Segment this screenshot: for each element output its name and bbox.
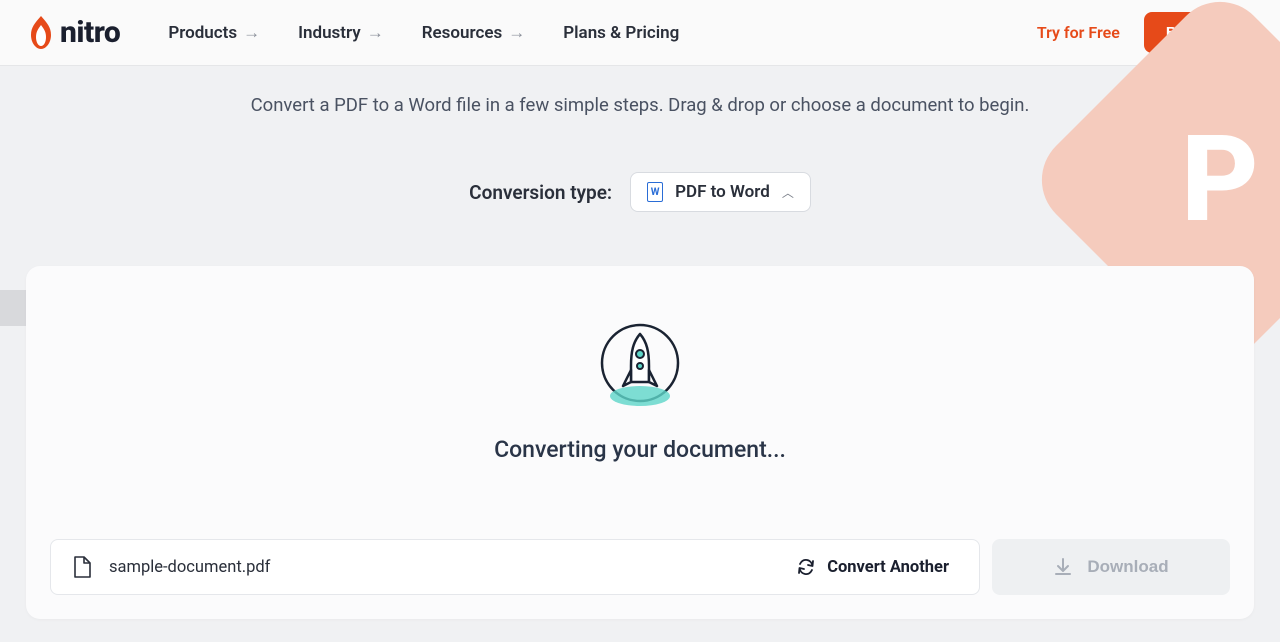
nav-label: Plans & Pricing — [563, 23, 679, 43]
chevron-up-icon: ︿ — [782, 184, 794, 201]
arrow-right-icon: → — [367, 23, 384, 43]
brand-name: nitro — [60, 15, 120, 50]
conversion-type-label: Conversion type: — [469, 181, 612, 204]
nav-label: Resources — [422, 23, 503, 43]
nav-products[interactable]: Products → — [168, 23, 260, 43]
word-doc-icon: W — [647, 182, 663, 202]
action-row: sample-document.pdf Convert Another Down… — [50, 539, 1230, 595]
file-info: sample-document.pdf Convert Another — [50, 539, 980, 595]
nav-label: Products — [168, 23, 237, 43]
main-header: nitro Products → Industry → Resources → … — [0, 0, 1280, 66]
conversion-type-select[interactable]: W PDF to Word ︿ — [630, 172, 811, 212]
rocket-icon — [597, 320, 683, 406]
conversion-type-row: Conversion type: W PDF to Word ︿ — [26, 172, 1254, 212]
convert-another-button[interactable]: Convert Another — [797, 558, 957, 577]
nitro-flame-icon — [28, 15, 54, 51]
download-icon — [1053, 557, 1073, 577]
download-label: Download — [1087, 557, 1168, 577]
conversion-card: Converting your document... sample-docum… — [26, 266, 1254, 619]
file-icon — [73, 556, 91, 578]
refresh-icon — [797, 558, 815, 576]
nav-resources[interactable]: Resources → — [422, 23, 526, 43]
conversion-status: Converting your document... — [50, 436, 1230, 463]
main-nav: Products → Industry → Resources → Plans … — [168, 23, 1037, 43]
arrow-right-icon: → — [508, 23, 525, 43]
page-subtitle: Convert a PDF to a Word file in a few si… — [26, 94, 1254, 116]
conversion-selected-label: PDF to Word — [675, 182, 770, 202]
convert-another-label: Convert Another — [827, 558, 949, 577]
download-button: Download — [992, 539, 1230, 595]
brand-logo[interactable]: nitro — [28, 15, 120, 51]
arrow-right-icon: → — [243, 23, 260, 43]
file-name: sample-document.pdf — [109, 558, 779, 577]
nav-plans-pricing[interactable]: Plans & Pricing — [563, 23, 679, 43]
try-for-free-link[interactable]: Try for Free — [1037, 23, 1120, 42]
nav-label: Industry — [298, 23, 361, 43]
nav-industry[interactable]: Industry → — [298, 23, 384, 43]
